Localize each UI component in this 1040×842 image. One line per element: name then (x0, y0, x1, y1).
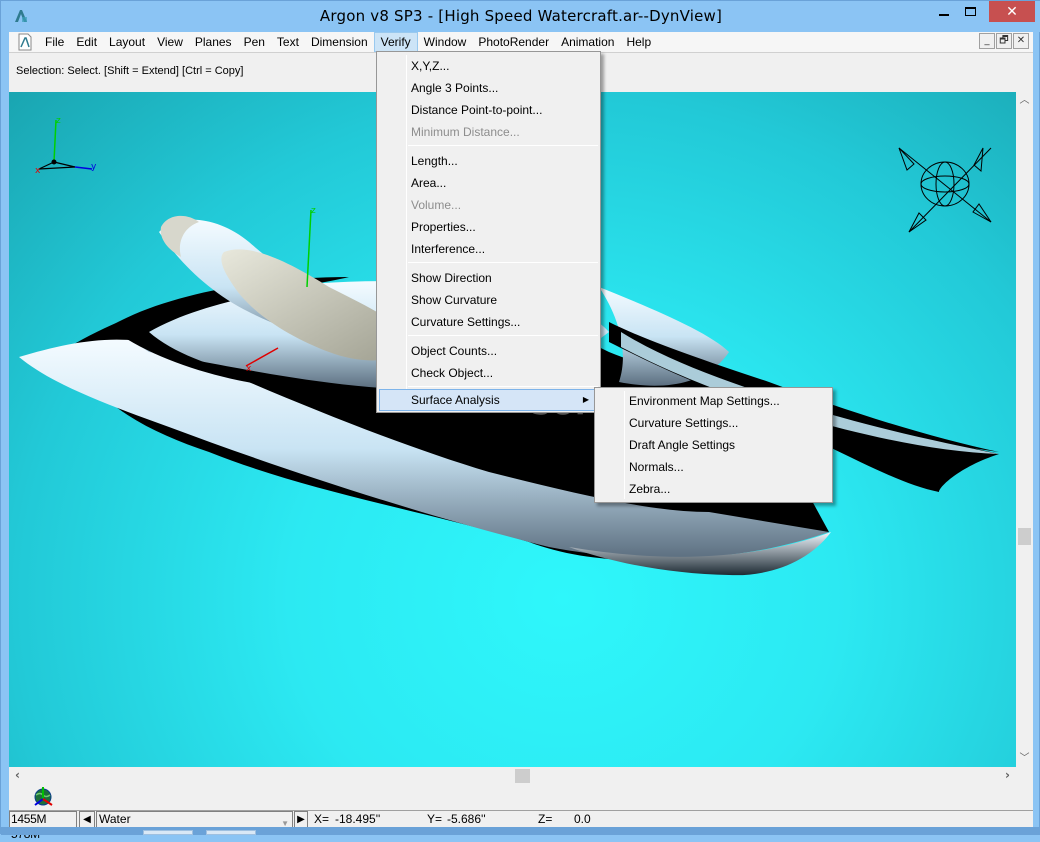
world-z-axis (53, 119, 57, 163)
submenu-item-normals[interactable]: Normals... (597, 456, 830, 478)
menu-item-area[interactable]: Area... (379, 172, 598, 194)
app-window: Argon v8 SP3 - [High Speed Watercraft.ar… (0, 0, 1040, 841)
world-y-axis (74, 166, 93, 170)
document-icon[interactable] (16, 33, 34, 51)
menu-file[interactable]: File (39, 32, 70, 52)
menu-window[interactable]: Window (418, 32, 473, 52)
world-x-label: x (35, 166, 41, 176)
vertical-scrollbar[interactable]: ︿ ﹀ (1016, 92, 1033, 767)
layer-dropdown[interactable]: Water ▼ (96, 811, 293, 828)
menu-item-distance-point-to-point[interactable]: Distance Point-to-point... (379, 99, 598, 121)
document-close-button[interactable]: ✕ (1013, 33, 1029, 49)
menu-text[interactable]: Text (271, 32, 305, 52)
menu-item-curvature-settings[interactable]: Curvature Settings... (379, 311, 598, 333)
menu-help[interactable]: Help (620, 32, 657, 52)
scroll-up-icon[interactable]: ︿ (1016, 92, 1033, 109)
minimize-icon (939, 13, 949, 16)
menu-item-properties[interactable]: Properties... (379, 216, 598, 238)
x-coordinate-label: X= (314, 812, 330, 826)
layer-dropdown-value: Water (99, 812, 131, 826)
menu-separator (408, 386, 598, 387)
taskbar-tab[interactable] (206, 830, 256, 835)
menu-item-check-object[interactable]: Check Object... (379, 362, 598, 384)
vertical-scroll-thumb[interactable] (1018, 528, 1031, 545)
submenu-item-environment-map-settings[interactable]: Environment Map Settings... (597, 390, 830, 412)
document-minimize-button[interactable]: _ (979, 33, 995, 49)
menu-item-angle-3-points[interactable]: Angle 3 Points... (379, 77, 598, 99)
menu-item-length[interactable]: Length... (379, 150, 598, 172)
menu-item-volume: Volume... (411, 198, 462, 212)
horizontal-scroll-thumb[interactable] (515, 769, 530, 783)
menu-planes[interactable]: Planes (189, 32, 238, 52)
rotate-trackball-icon[interactable] (898, 147, 992, 233)
menu-pen[interactable]: Pen (238, 32, 271, 52)
menu-dimension[interactable]: Dimension (305, 32, 374, 52)
menu-separator (408, 335, 598, 336)
window-maximize-button[interactable] (957, 1, 983, 22)
status-bar: 1455M 578M ◀ Water ▼ ▶ X= -18.495'' Y= -… (9, 810, 1033, 841)
y-coordinate-value: -5.686'' (447, 812, 486, 826)
menu-edit[interactable]: Edit (70, 32, 103, 52)
surface-analysis-label: Surface Analysis (411, 393, 500, 407)
menu-photorender[interactable]: PhotoRender (472, 32, 555, 52)
title-bar[interactable]: Argon v8 SP3 - [High Speed Watercraft.ar… (1, 1, 1040, 32)
world-y-label: y (91, 162, 97, 172)
scroll-right-icon[interactable]: › (999, 767, 1016, 784)
triangle-right-icon: ▶ (297, 814, 305, 825)
tool-strip (9, 784, 1033, 810)
menu-bar: File Edit Layout View Planes Pen Text Di… (9, 32, 1033, 52)
menu-view[interactable]: View (151, 32, 189, 52)
submenu-item-zebra[interactable]: Zebra... (597, 478, 830, 500)
z-coordinate-value: 0.0 (574, 812, 591, 826)
menu-separator (408, 262, 598, 263)
horizontal-scrollbar[interactable]: ‹ › (9, 767, 1016, 784)
taskbar-tab[interactable] (143, 830, 193, 835)
world-z-label: z (56, 116, 61, 126)
menu-animation[interactable]: Animation (555, 32, 620, 52)
layer-previous-button[interactable]: ◀ (79, 811, 95, 828)
window-minimize-button[interactable] (931, 1, 957, 22)
menu-item-show-curvature[interactable]: Show Curvature (379, 289, 598, 311)
model-z-label: z (311, 206, 316, 216)
scroll-left-icon[interactable]: ‹ (9, 767, 26, 784)
menu-item-surface-analysis[interactable]: Surface Analysis ▶ (379, 389, 598, 411)
maximize-icon (964, 7, 976, 16)
menu-layout[interactable]: Layout (103, 32, 151, 52)
submenu-arrow-icon: ▶ (582, 395, 589, 404)
close-icon: ✕ (1006, 3, 1018, 20)
window-close-button[interactable]: ✕ (989, 1, 1035, 22)
layer-next-button[interactable]: ▶ (294, 811, 308, 828)
y-coordinate-label: Y= (427, 812, 443, 826)
menu-separator (408, 145, 598, 146)
selection-prompt: Selection: Select. [Shift = Extend] [Ctr… (16, 65, 244, 77)
document-restore-button[interactable]: 🗗 (996, 33, 1012, 49)
menu-item-object-counts[interactable]: Object Counts... (379, 340, 598, 362)
menu-item-show-direction[interactable]: Show Direction (379, 267, 598, 289)
menu-verify[interactable]: Verify (373, 32, 418, 52)
world-axis-indicator: z y x (35, 116, 97, 176)
globe-axis-icon[interactable] (32, 786, 54, 808)
menu-item-xyz[interactable]: X,Y,Z... (379, 55, 598, 77)
document-window-controls: _ 🗗 ✕ (979, 33, 1029, 49)
z-coordinate-label: Z= (538, 812, 553, 826)
x-coordinate-value: -18.495'' (335, 812, 381, 826)
surface-analysis-submenu: Environment Map Settings... Curvature Se… (594, 387, 833, 503)
model-x-label: x (246, 364, 252, 374)
submenu-item-curvature-settings[interactable]: Curvature Settings... (597, 412, 830, 434)
verify-menu: X,Y,Z... Angle 3 Points... Distance Poin… (376, 51, 601, 413)
scroll-down-icon[interactable]: ﹀ (1016, 750, 1033, 767)
scrollbar-corner (1016, 767, 1033, 784)
triangle-left-icon: ◀ (83, 814, 91, 825)
memory-readout: 1455M 578M (9, 811, 77, 841)
menu-item-minimum-distance: Minimum Distance... (411, 125, 520, 139)
menu-item-interference[interactable]: Interference... (379, 238, 598, 260)
submenu-item-draft-angle-settings[interactable]: Draft Angle Settings (597, 434, 830, 456)
window-title: Argon v8 SP3 - [High Speed Watercraft.ar… (319, 7, 723, 25)
